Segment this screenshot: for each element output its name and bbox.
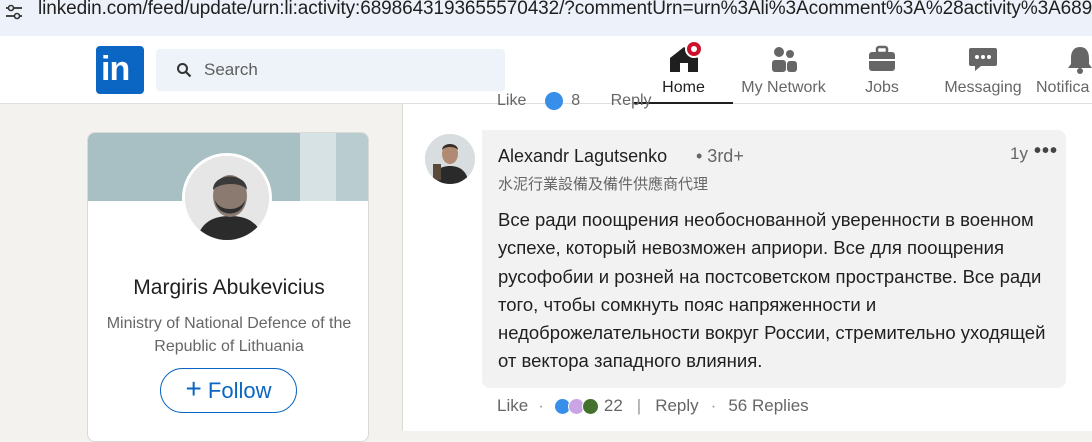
reaction-icons[interactable] <box>553 397 599 415</box>
profile-card: Margiris Abukevicius Ministry of Nationa… <box>87 132 369 442</box>
comment-timestamp: 1y <box>1010 144 1028 163</box>
more-options-icon[interactable]: ••• <box>1034 140 1058 163</box>
like-button[interactable]: Like <box>497 396 528 416</box>
cover-shape <box>336 133 368 201</box>
url-text[interactable]: linkedin.com/feed/update/urn:li:activity… <box>38 0 1092 20</box>
linkedin-logo-mark: in <box>101 50 130 88</box>
comment-actions: Like · 22 | Reply · 56 Replies <box>497 396 809 416</box>
profile-photo <box>185 156 269 240</box>
search-input[interactable] <box>204 49 494 91</box>
separator: | <box>636 396 642 415</box>
like-button[interactable]: Like <box>497 92 526 109</box>
nav-jobs[interactable]: Jobs <box>838 36 926 104</box>
profile-name[interactable]: Margiris Abukevicius <box>88 276 368 300</box>
profile-avatar[interactable] <box>182 153 272 243</box>
separator: · <box>538 396 544 415</box>
celebrate-reaction-icon <box>581 397 599 415</box>
separator: · <box>710 396 717 415</box>
nav-jobs-label: Jobs <box>865 79 899 96</box>
reply-button[interactable]: Reply <box>611 92 652 109</box>
nav-messaging-label: Messaging <box>944 79 1022 96</box>
nav-notifications[interactable]: Notifica <box>1036 36 1092 104</box>
like-reaction-icon <box>544 92 563 110</box>
linkedin-logo[interactable]: in <box>96 46 144 94</box>
replies-count[interactable]: 56 Replies <box>728 396 808 416</box>
previous-comment-actions: Like 8 Reply <box>497 92 652 110</box>
commenter-name[interactable]: Alexandr Lagutsenko <box>498 146 667 167</box>
nav-notifications-label: Notifica <box>1036 79 1090 96</box>
notification-badge <box>685 40 703 58</box>
site-settings-icon[interactable] <box>4 2 24 22</box>
reply-button[interactable]: Reply <box>655 396 698 416</box>
comment-bubble: Alexandr Lagutsenko • 3rd+ 水泥行業設備及備件供應商代… <box>482 130 1066 388</box>
commenter-avatar[interactable] <box>425 134 475 184</box>
feed-column: Like 8 Reply Alexandr Lagutsenko • 3rd+ … <box>402 92 1092 431</box>
nav-my-network-label: My Network <box>741 79 826 96</box>
plus-icon: + <box>185 373 202 404</box>
nav-my-network[interactable]: My Network <box>734 36 833 104</box>
commenter-headline: 水泥行業設備及備件供應商代理 <box>498 175 709 193</box>
people-icon <box>771 47 797 72</box>
search-box[interactable] <box>156 49 505 91</box>
chat-icon <box>969 48 997 71</box>
briefcase-icon <box>869 45 895 71</box>
follow-button[interactable]: + Follow <box>160 368 297 413</box>
reaction-count[interactable]: 8 <box>571 92 580 109</box>
browser-address-bar[interactable]: linkedin.com/feed/update/urn:li:activity… <box>0 0 1092 36</box>
bell-icon <box>1068 47 1092 74</box>
comment-text: Все ради поощрения необоснованной уверен… <box>498 209 1046 372</box>
connection-degree: • 3rd+ <box>696 146 744 166</box>
search-icon <box>177 63 192 78</box>
profile-headline: Ministry of National Defence of the Repu… <box>106 315 352 355</box>
reaction-count[interactable]: 22 <box>604 396 623 416</box>
nav-messaging[interactable]: Messaging <box>938 36 1028 104</box>
follow-label: Follow <box>207 377 272 403</box>
commenter-photo <box>425 134 475 184</box>
